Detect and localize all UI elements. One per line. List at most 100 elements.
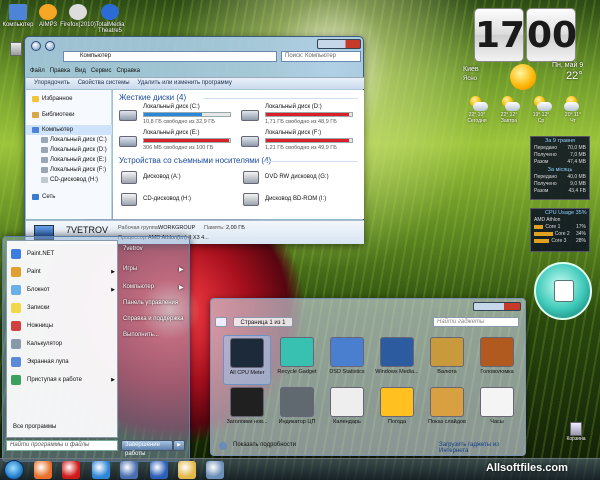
removable-drive-tile[interactable]: CD-дисковод (H:) xyxy=(117,190,235,210)
core-row: Core 3 28% xyxy=(531,238,589,245)
menu-item[interactable]: Правка xyxy=(50,68,70,74)
removable-drive-tile[interactable]: Дисковод (A:) xyxy=(117,168,235,188)
start-program-item[interactable]: Блокнот ▶ xyxy=(7,283,119,297)
opera-icon[interactable] xyxy=(62,461,80,479)
removable-drive-tile[interactable]: DVD RW дисковод (G:) xyxy=(239,168,357,188)
recycle-gadget[interactable] xyxy=(534,262,592,320)
gadget-search-input[interactable]: Найти гаджеты xyxy=(433,317,519,327)
nav-item-label: CD-дисковод (H:) xyxy=(50,177,99,183)
gadget-gallery[interactable]: Страница 1 из 1 Найти гаджеты All CPU Me… xyxy=(210,298,526,456)
menu-item[interactable]: Вид xyxy=(75,68,86,74)
desktop-icon[interactable]: TotalMedia Theatre5 xyxy=(88,4,132,34)
optical-drive-icon xyxy=(121,171,137,184)
internet-explorer-icon[interactable] xyxy=(92,461,110,479)
gadget-tile[interactable]: Показ слайдов xyxy=(423,385,471,435)
gadget-tile[interactable]: All CPU Meter xyxy=(223,335,271,385)
shutdown-options-button[interactable]: ▶ xyxy=(173,440,185,451)
nav-item[interactable]: CD-дисковод (H:) xyxy=(26,175,112,185)
gadget-tile[interactable]: Индикатор ЦП xyxy=(273,385,321,435)
program-icon xyxy=(11,267,21,277)
start-right-item[interactable]: 7vetrov xyxy=(123,246,143,252)
add-gadget-button[interactable] xyxy=(215,317,227,327)
nav-item[interactable]: Библиотеки xyxy=(26,110,112,120)
nav-item[interactable]: Избранное xyxy=(26,94,112,104)
menu-item[interactable]: Справка xyxy=(116,68,140,74)
drive-tile[interactable]: Локальный диск (F:) 1,21 ГБ свободно из 4… xyxy=(239,130,357,156)
program-icon xyxy=(11,249,21,259)
menu-item[interactable]: Файл xyxy=(30,68,45,74)
gadget-tile[interactable]: Заголовки нов... xyxy=(223,385,271,435)
start-right-item[interactable]: Панель управления xyxy=(123,300,178,306)
nav-item[interactable]: Локальный диск (F:) xyxy=(26,165,112,175)
get-gadgets-online-link[interactable]: Загрузить гаджеты из Интернета xyxy=(439,442,525,454)
optical-drive-icon xyxy=(243,193,259,206)
gadget-tile[interactable]: Погода xyxy=(373,385,421,435)
show-details-link[interactable]: Показать подробности xyxy=(233,442,296,448)
start-search-input[interactable]: Найти программы и файлы xyxy=(6,440,118,451)
command-button[interactable]: Упорядочить xyxy=(34,80,70,86)
nav-item[interactable]: Локальный диск (C:) xyxy=(26,135,112,145)
start-right-item[interactable]: Компьютер xyxy=(123,284,154,290)
all-programs[interactable]: Все программы xyxy=(13,424,56,430)
drive-tile[interactable]: Локальный диск (E:) 306 МБ свободно из 10… xyxy=(117,130,235,156)
nav-item[interactable]: Компьютер xyxy=(26,125,112,135)
gadget-tile[interactable]: Часы xyxy=(473,385,521,435)
start-right-item[interactable]: Игры xyxy=(123,266,137,272)
save-icon[interactable] xyxy=(120,461,138,479)
back-button[interactable] xyxy=(31,41,41,51)
traffic-monitor-gadget[interactable]: За 9 травня Передано 70,0 MB Получено 7,0 MB… xyxy=(530,136,590,200)
explorer-window[interactable]: Компьютер Поиск: Компьютер Файл Правка Вид… xyxy=(24,36,364,244)
removable-drive-name: Дисковод BD-ROM (I:) xyxy=(265,196,327,202)
nav-item[interactable]: Локальный диск (D:) xyxy=(26,145,112,155)
weather-icon xyxy=(466,96,488,112)
nav-item[interactable]: Сеть xyxy=(26,192,112,202)
word-icon[interactable] xyxy=(150,461,168,479)
page-indicator[interactable]: Страница 1 из 1 xyxy=(233,317,293,327)
gadget-tile[interactable]: Календарь xyxy=(323,385,371,435)
forward-button[interactable] xyxy=(45,41,55,51)
nav-item[interactable]: Локальный диск (E:) xyxy=(26,155,112,165)
start-program-item[interactable]: Калькулятор xyxy=(7,337,119,351)
start-right-item[interactable]: Выполнить... xyxy=(123,332,159,338)
start-menu[interactable]: Все программы Paint.NET Paint ▶ Блокнот ▶ Зап… xyxy=(2,236,190,462)
start-right-item[interactable]: Справка и поддержка xyxy=(123,316,183,322)
menu-item[interactable]: Сервис xyxy=(91,68,112,74)
address-bar[interactable]: Компьютер xyxy=(63,51,277,62)
gadgets-icon[interactable] xyxy=(206,461,224,479)
gadget-tile[interactable]: Windows Media... xyxy=(373,335,421,385)
start-program-item[interactable]: Ножницы xyxy=(7,319,119,333)
clock-minutes: 00 xyxy=(526,8,577,62)
core-row: Core 1 17% xyxy=(531,224,589,231)
cpu-usage-gadget[interactable]: CPU Usage 35% AMD Athlon Core 1 17% Core 2 34… xyxy=(530,208,590,252)
drive-tile[interactable]: Локальный диск (C:) 10,8 ГБ свободно из 3… xyxy=(117,104,235,130)
shutdown-button[interactable]: Завершение работы xyxy=(121,440,173,457)
explorer-folder-icon[interactable] xyxy=(178,461,196,479)
start-program-item[interactable]: Paint.NET xyxy=(7,247,119,261)
gadget-label: DSD Statistics xyxy=(329,369,365,375)
gadget-tile[interactable]: DSD Statistics xyxy=(323,335,371,385)
navigation-pane[interactable]: Избранное Библиотеки Компьютер Локальный ди… xyxy=(26,90,112,219)
program-label: Калькулятор xyxy=(27,341,63,347)
gadget-tile[interactable]: Валюта xyxy=(423,335,471,385)
start-program-item[interactable]: Записки xyxy=(7,301,119,315)
gadget-tile[interactable]: Головоломка xyxy=(473,335,521,385)
document-icon[interactable] xyxy=(10,42,22,56)
recycle-bin-desktop[interactable]: Корзина xyxy=(566,422,586,442)
gadget-tile[interactable]: Recycle Gadget xyxy=(273,335,321,385)
start-button[interactable] xyxy=(4,460,24,480)
drive-tile[interactable]: Локальный диск (D:) 1,71 ГБ свободно из 4… xyxy=(239,104,357,130)
address-text: Компьютер xyxy=(80,53,112,59)
start-program-item[interactable]: Приступая к работе ▶ xyxy=(7,373,119,387)
start-program-item[interactable]: Экранная лупа xyxy=(7,355,119,369)
expand-details-icon[interactable] xyxy=(219,442,227,450)
removable-drive-tile[interactable]: Дисковод BD-ROM (I:) xyxy=(239,190,357,210)
drive-name: Локальный диск (F:) xyxy=(265,130,322,136)
explorer-search-input[interactable]: Поиск: Компьютер xyxy=(281,51,361,62)
start-program-item[interactable]: Paint ▶ xyxy=(7,265,119,279)
command-button[interactable]: Удалить или изменить программу xyxy=(138,80,232,86)
command-button[interactable]: Свойства системы xyxy=(78,80,130,86)
firefox-icon[interactable] xyxy=(34,461,52,479)
gallery-window-controls[interactable] xyxy=(473,302,521,311)
submenu-arrow-icon: ▶ xyxy=(111,287,115,293)
window-controls[interactable] xyxy=(317,39,361,49)
